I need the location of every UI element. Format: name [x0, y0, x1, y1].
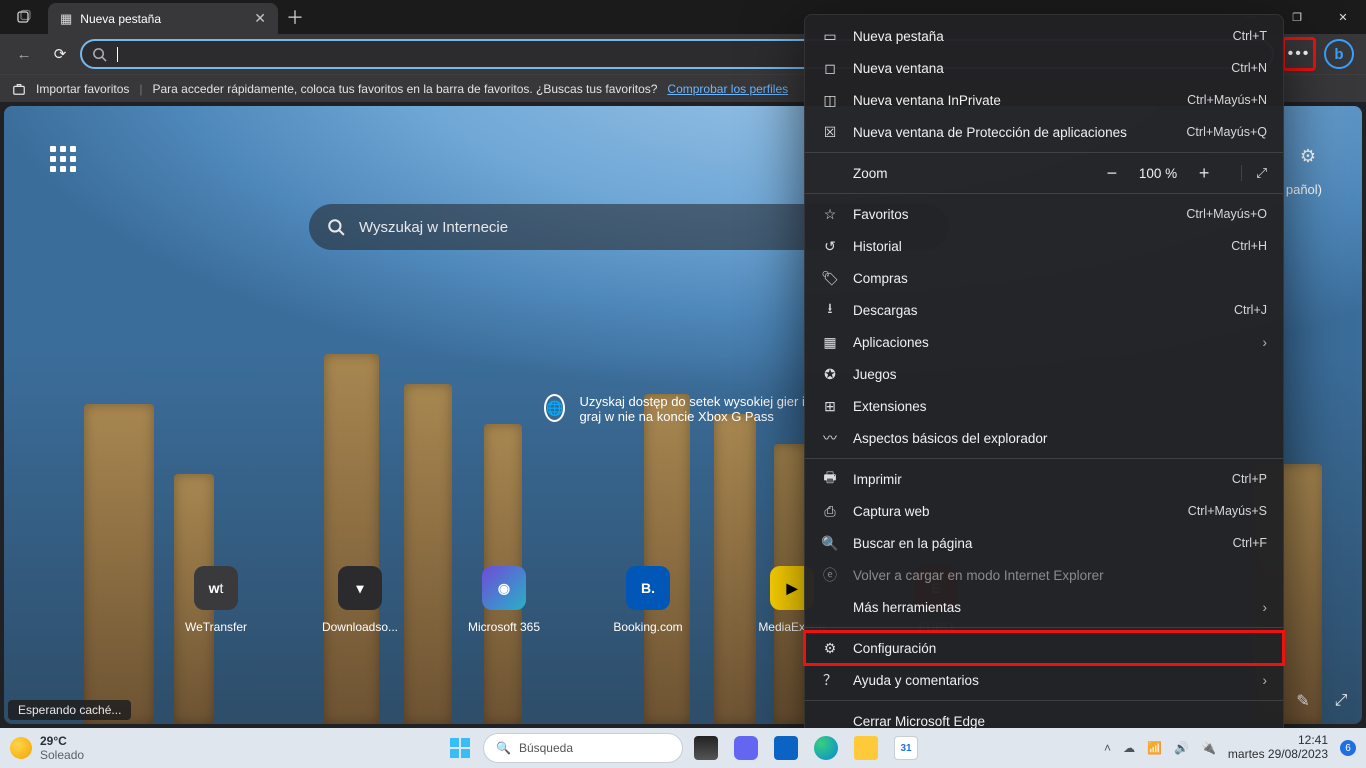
taskbar-weather[interactable]: 29°C Soleado [10, 734, 84, 762]
app-menu: ▭Nueva pestañaCtrl+T ◻Nueva ventanaCtrl+… [804, 14, 1284, 744]
search-placeholder: Wyszukaj w Internecie [359, 219, 508, 236]
bookmarks-tip: Para acceder rápidamente, coloca tus fav… [153, 82, 658, 96]
menu-history[interactable]: ↺HistorialCtrl+H [805, 230, 1283, 262]
taskbar-edge[interactable] [809, 733, 843, 763]
window-icon: ◻ [821, 60, 839, 77]
top-site[interactable]: ▾Downloadso... [318, 566, 402, 634]
app-menu-button[interactable]: ••• [1282, 37, 1316, 71]
zoom-in-button[interactable]: + [1195, 163, 1213, 184]
menu-app-guard[interactable]: ☒Nueva ventana de Protección de aplicaci… [805, 116, 1283, 148]
expand-button[interactable]: ⤢ [1326, 686, 1356, 716]
gear-icon: ⚙ [821, 640, 839, 657]
download-icon: ⭳ [821, 298, 839, 322]
top-site[interactable]: ◉Microsoft 365 [462, 566, 546, 634]
menu-help[interactable]: ？Ayuda y comentarios› [805, 664, 1283, 696]
extension-icon: ⊞ [821, 398, 839, 415]
tray-battery-icon[interactable]: 🔌 [1201, 741, 1216, 755]
taskbar-search[interactable]: 🔍Búsqueda [483, 733, 683, 763]
menu-new-window[interactable]: ◻Nueva ventanaCtrl+N [805, 52, 1283, 84]
refresh-button[interactable]: ⟳ [44, 38, 76, 70]
help-icon: ？ [821, 670, 839, 690]
globe-icon: 🌐 [544, 394, 565, 422]
back-button[interactable]: ← [8, 38, 40, 70]
status-bar: Esperando caché... [8, 700, 131, 720]
page-settings-button[interactable]: ⚙ [1300, 146, 1316, 167]
tray-wifi-icon[interactable]: 📶 [1147, 741, 1162, 755]
menu-downloads[interactable]: ⭳DescargasCtrl+J [805, 294, 1283, 326]
zoom-out-button[interactable]: − [1103, 163, 1121, 184]
tag-icon: 🏷 [821, 270, 839, 287]
tab-icon: ▭ [821, 28, 839, 45]
browser-tab[interactable]: ▦ Nueva pestaña ✕ [48, 3, 278, 34]
print-icon: 🖶 [821, 467, 839, 491]
top-site[interactable]: B.Booking.com [606, 566, 690, 634]
menu-browser-basics[interactable]: 〰Aspectos básicos del explorador [805, 422, 1283, 454]
language-indicator[interactable]: pañol) [1286, 182, 1322, 197]
find-icon: 🔍 [821, 535, 839, 552]
pulse-icon: 〰 [821, 428, 839, 448]
window-close-button[interactable]: ✕ [1320, 0, 1366, 34]
more-icon: ••• [1288, 45, 1311, 63]
menu-zoom: Zoom − 100 % + ⤢ [805, 157, 1283, 189]
ie-icon: ⓔ [821, 565, 839, 585]
menu-settings[interactable]: ⚙Configuración [805, 632, 1283, 664]
menu-find[interactable]: 🔍Buscar en la páginaCtrl+F [805, 527, 1283, 559]
search-icon [92, 47, 107, 62]
address-caret [117, 47, 118, 62]
close-tab-button[interactable]: ✕ [254, 10, 266, 27]
fullscreen-button[interactable]: ⤢ [1241, 165, 1267, 181]
promo-text: Uzyskaj dostęp do setek wysokiej gier i … [579, 394, 814, 424]
sun-icon [10, 737, 32, 759]
check-profiles-link[interactable]: Comprobar los perfiles [667, 82, 788, 96]
top-site[interactable]: wtWeTransfer [174, 566, 258, 634]
bing-sidebar-button[interactable]: b [1324, 39, 1354, 69]
promo-banner[interactable]: 🌐 Uzyskaj dostęp do setek wysokiej gier … [544, 394, 814, 424]
menu-print[interactable]: 🖶ImprimirCtrl+P [805, 463, 1283, 495]
task-view-button[interactable] [689, 733, 723, 763]
apps-icon: ▦ [821, 334, 839, 351]
inprivate-icon: ◫ [821, 92, 839, 109]
chevron-right-icon: › [1263, 673, 1268, 688]
menu-games[interactable]: ✪Juegos [805, 358, 1283, 390]
taskbar-app[interactable] [769, 733, 803, 763]
menu-web-capture[interactable]: ⎙Captura webCtrl+Mayús+S [805, 495, 1283, 527]
taskbar-app[interactable] [729, 733, 763, 763]
import-favorites-icon [12, 82, 26, 96]
games-icon: ✪ [821, 366, 839, 383]
tab-title: Nueva pestaña [80, 12, 246, 26]
chevron-right-icon: › [1263, 600, 1268, 615]
windows-taskbar: 29°C Soleado 🔍Búsqueda 31 ˄ ☁ 📶 🔊 🔌 12:4… [0, 728, 1366, 768]
import-favorites-button[interactable]: Importar favoritos [36, 82, 129, 96]
apps-grid-button[interactable] [50, 146, 76, 172]
menu-ie-mode: ⓔVolver a cargar en modo Internet Explor… [805, 559, 1283, 591]
chevron-right-icon: › [1263, 335, 1268, 350]
taskbar-clock[interactable]: 12:41 martes 29/08/2023 [1228, 734, 1328, 762]
search-icon [327, 218, 345, 236]
newtab-icon: ▦ [60, 11, 72, 27]
menu-new-tab[interactable]: ▭Nueva pestañaCtrl+T [805, 20, 1283, 52]
history-icon: ↺ [821, 238, 839, 255]
menu-more-tools[interactable]: Más herramientas› [805, 591, 1283, 623]
search-icon: 🔍 [496, 741, 511, 755]
menu-favorites[interactable]: ☆FavoritosCtrl+Mayús+O [805, 198, 1283, 230]
menu-apps[interactable]: ▦Aplicaciones› [805, 326, 1283, 358]
taskbar-explorer[interactable] [849, 733, 883, 763]
capture-icon: ⎙ [821, 503, 839, 520]
menu-inprivate[interactable]: ◫Nueva ventana InPrivateCtrl+Mayús+N [805, 84, 1283, 116]
zoom-value: 100 % [1139, 166, 1177, 181]
shield-window-icon: ☒ [821, 124, 839, 141]
notifications-badge[interactable]: 6 [1340, 740, 1356, 756]
tray-chevron-icon[interactable]: ˄ [1104, 741, 1111, 755]
tray-onedrive-icon[interactable]: ☁ [1123, 741, 1135, 755]
star-icon: ☆ [821, 206, 839, 223]
tray-volume-icon[interactable]: 🔊 [1174, 741, 1189, 755]
start-button[interactable] [443, 733, 477, 763]
taskbar-calendar[interactable]: 31 [889, 733, 923, 763]
menu-extensions[interactable]: ⊞Extensiones [805, 390, 1283, 422]
collections-button[interactable]: ✎ [1288, 686, 1318, 716]
tab-actions-button[interactable] [0, 0, 48, 34]
menu-shopping[interactable]: 🏷Compras [805, 262, 1283, 294]
new-tab-button[interactable]: ＋ [278, 0, 312, 34]
